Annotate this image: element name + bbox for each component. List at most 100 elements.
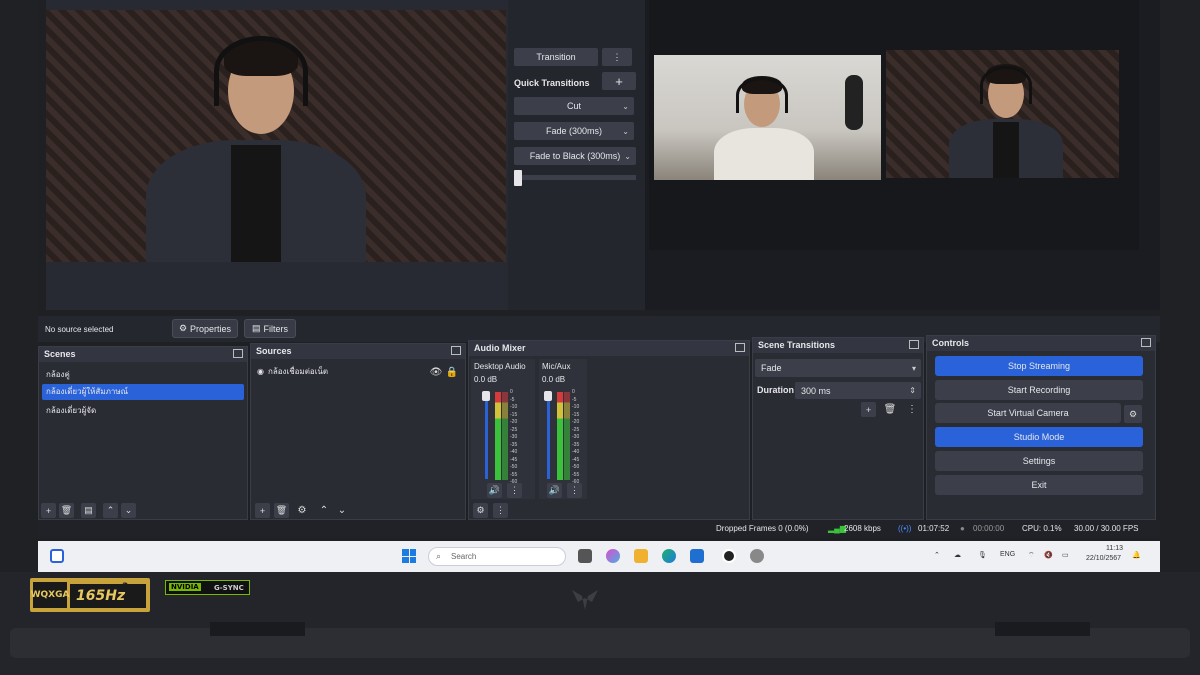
settings-button[interactable]: Settings — [935, 451, 1143, 471]
trash-icon[interactable]: 🗑 — [59, 503, 74, 518]
cloud-icon[interactable]: ☁ — [954, 551, 961, 559]
chevron-up-icon[interactable]: ⌃ — [934, 551, 940, 559]
chevron-up-icon[interactable]: ⌃ — [103, 503, 118, 518]
hinge-slot — [210, 622, 305, 636]
chevron-up-icon[interactable]: ⌃ — [317, 503, 331, 517]
quick-transition-cut[interactable]: Cut ⌄ — [514, 97, 634, 115]
more-vertical-icon[interactable]: ⋮ — [507, 483, 522, 498]
add-source-icon[interactable]: + — [255, 503, 270, 518]
scenes-title: Scenes — [39, 347, 247, 362]
scene-item[interactable]: กล้องเดี่ยวผู้จัด — [42, 403, 244, 419]
channel-name: Desktop Audio — [474, 362, 526, 371]
obs-window: Transition ⋮ Quick Transitions + Cut ⌄ Fa… — [38, 0, 1160, 572]
battery-icon[interactable]: ▭ — [1062, 551, 1069, 559]
t-bar-track — [514, 175, 636, 180]
quick-transition-fade-black[interactable]: Fade to Black (300ms) ⌄ — [514, 147, 636, 165]
plus-icon[interactable]: + — [861, 402, 876, 417]
copilot-icon[interactable] — [606, 549, 620, 563]
no-source-label: No source selected — [45, 325, 114, 334]
more-vertical-icon[interactable]: ⋮ — [602, 48, 632, 66]
undock-icon[interactable] — [1141, 338, 1151, 347]
quick-transitions-label: Quick Transitions — [514, 78, 590, 88]
filter-icon[interactable]: ▤ — [81, 503, 96, 518]
trash-icon[interactable]: 🗑 — [883, 402, 897, 416]
lock-icon[interactable]: 🔒 — [445, 365, 459, 379]
scenes-title-text: Scenes — [44, 349, 76, 359]
level-meter — [502, 392, 508, 480]
t-bar-handle[interactable] — [514, 170, 522, 186]
bitrate: 2608 kbps — [844, 524, 881, 533]
language-indicator[interactable]: ENG — [1000, 551, 1015, 558]
chevron-down-icon[interactable]: ⌄ — [335, 503, 349, 517]
add-scene-icon[interactable]: + — [41, 503, 56, 518]
cpu-usage: CPU: 0.1% — [1022, 524, 1062, 533]
widgets-icon[interactable] — [50, 549, 64, 563]
duration-spinbox[interactable]: 300 ms ⇕ — [795, 382, 921, 399]
speaker-icon[interactable]: 🔊 — [547, 483, 562, 498]
undock-icon[interactable] — [909, 340, 919, 349]
volume-slider[interactable] — [547, 395, 550, 479]
obs-icon[interactable] — [722, 549, 736, 563]
clock-time[interactable]: 11:13 — [1106, 545, 1123, 552]
filters-button[interactable]: ▤ Filters — [244, 319, 296, 338]
sources-title-text: Sources — [256, 346, 292, 356]
task-view-icon[interactable] — [578, 549, 592, 563]
chevron-down-icon: ▾ — [911, 363, 916, 373]
start-recording-button[interactable]: Start Recording — [935, 380, 1143, 400]
scene-item[interactable]: กล้องคู่ — [42, 367, 244, 383]
gear-icon[interactable]: ⚙ — [1124, 405, 1142, 423]
trash-icon[interactable]: 🗑 — [274, 503, 289, 518]
undock-icon[interactable] — [735, 343, 745, 352]
transition-select[interactable]: Fade ▾ — [755, 359, 921, 377]
file-explorer-icon[interactable] — [634, 549, 648, 563]
plus-icon[interactable]: + — [602, 72, 636, 90]
undock-icon[interactable] — [233, 349, 243, 358]
program-video-host[interactable] — [886, 50, 1119, 178]
host-figure — [941, 64, 1071, 178]
studio-mode-button[interactable]: Studio Mode — [935, 427, 1143, 447]
controls-title-text: Controls — [932, 338, 969, 348]
response-label: 3ms — [122, 582, 143, 592]
more-vertical-icon[interactable]: ⋮ — [567, 483, 582, 498]
gear-icon[interactable]: ⚙ — [295, 503, 309, 517]
taskbar-search[interactable]: ⌕ Search — [428, 547, 566, 566]
scene-transitions-dock: Scene Transitions Fade ▾ Duration 300 ms ⇕… — [752, 337, 924, 520]
microphone-icon — [845, 75, 863, 130]
wifi-icon[interactable]: ⌔ — [1028, 551, 1035, 560]
mixer-settings-icon[interactable]: ⚙ — [473, 503, 488, 518]
start-virtual-camera-button[interactable]: Start Virtual Camera — [935, 403, 1121, 423]
more-vertical-icon[interactable]: ⋮ — [493, 503, 508, 518]
properties-button[interactable]: ⚙ Properties — [172, 319, 238, 338]
display-sticker: WQXGA 165Hz 3ms — [30, 578, 150, 612]
clock-date[interactable]: 22/10/2567 — [1086, 555, 1121, 562]
speaker-mute-icon[interactable]: 🔇 — [1044, 551, 1053, 559]
more-vertical-icon[interactable]: ⋮ — [905, 402, 919, 416]
quick-transition-fade[interactable]: Fade (300ms) ⌄ — [514, 122, 634, 140]
volume-knob[interactable] — [482, 391, 490, 401]
spin-icon: ⇕ — [909, 386, 916, 395]
volume-slider[interactable] — [485, 395, 488, 479]
stop-streaming-button[interactable]: Stop Streaming — [935, 356, 1143, 376]
exit-button[interactable]: Exit — [935, 475, 1143, 495]
preview-video[interactable] — [46, 10, 506, 262]
windows-start-icon[interactable] — [402, 549, 416, 563]
record-icon: ● — [960, 524, 965, 533]
program-video-guest[interactable] — [654, 55, 881, 180]
eye-icon[interactable]: 👁 — [429, 365, 443, 379]
transition-button[interactable]: Transition — [514, 48, 598, 66]
quick-transition-label: Cut — [566, 101, 581, 111]
program-canvas — [649, 0, 1139, 250]
undock-icon[interactable] — [451, 346, 461, 355]
outlook-icon[interactable] — [690, 549, 704, 563]
speaker-icon[interactable]: 🔊 — [487, 483, 502, 498]
predator-logo-icon — [570, 588, 600, 612]
level-meter — [495, 392, 501, 480]
volume-knob[interactable] — [544, 391, 552, 401]
notification-bell-icon[interactable]: 🔔 — [1132, 551, 1141, 559]
settings-icon[interactable] — [750, 549, 764, 563]
microphone-icon[interactable]: 🎙 — [978, 551, 987, 559]
chevron-down-icon[interactable]: ⌄ — [121, 503, 136, 518]
scene-item[interactable]: กล้องเดี่ยวผู้ให้สัมภาษณ์ — [42, 384, 244, 400]
edge-icon[interactable] — [662, 549, 676, 563]
channel-desktop-audio: Desktop Audio 0.0 dB 0 -5 -10 -15 -20 -25 -30-… — [471, 359, 535, 499]
